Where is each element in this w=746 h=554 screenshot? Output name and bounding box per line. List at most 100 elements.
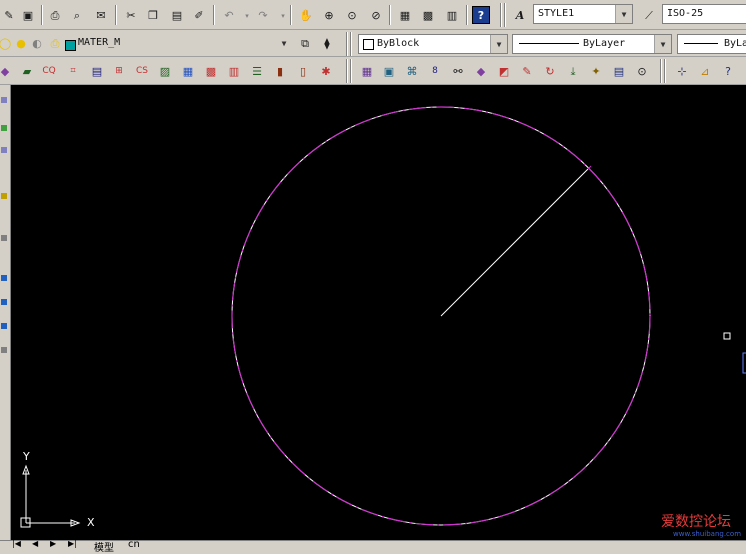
separator xyxy=(213,5,215,25)
linetype-select[interactable]: ByLayer ▼ xyxy=(512,34,672,54)
chevron-down-icon[interactable]: ▼ xyxy=(490,35,507,53)
next-tab-icon[interactable]: ▶ xyxy=(50,539,56,548)
dim-style-select[interactable]: ISO-25 xyxy=(662,4,746,24)
draw-arc-icon[interactable] xyxy=(1,193,7,199)
title-block-icon[interactable]: ⊞ xyxy=(110,62,128,80)
image-icon[interactable]: ▨ xyxy=(156,62,174,80)
ortho-icon[interactable]: ⊿ xyxy=(696,62,714,80)
folder-icon[interactable]: ▰ xyxy=(18,62,36,80)
link-icon[interactable]: ⚯ xyxy=(449,62,467,80)
cut-icon[interactable]: ✂ xyxy=(122,6,140,24)
lineweight-preview xyxy=(684,43,718,44)
text-style-select[interactable]: STYLE1 ▼ xyxy=(533,4,633,24)
first-tab-icon[interactable]: |◀ xyxy=(12,539,21,548)
left-tool-strip xyxy=(0,85,11,540)
draw-ellipse-icon[interactable] xyxy=(1,299,7,305)
explode-icon[interactable]: ✱ xyxy=(317,62,335,80)
make-block-icon[interactable] xyxy=(1,347,7,353)
eraser-icon[interactable]: ◆ xyxy=(0,62,14,80)
last-tab-icon[interactable]: ▶| xyxy=(68,539,77,548)
draw-polygon-icon[interactable] xyxy=(1,147,7,153)
properties-icon[interactable]: ▦ xyxy=(396,6,414,24)
paste-icon[interactable]: ▤ xyxy=(168,6,186,24)
standard-toolbar: ✎ ▣ ⎙ ⌕ ✉ ✂ ❐ ▤ ✐ ↶ ▾ ↷ ▾ ✋ ⊕ ⊙ ⊘ ▦ ▩ ▥ … xyxy=(0,0,746,30)
insert-icon[interactable]: ⤓ xyxy=(564,62,582,80)
draw-spline-icon[interactable] xyxy=(1,275,7,281)
draw-polyline-icon[interactable] xyxy=(1,125,7,131)
color-select[interactable]: ByBlock ▼ xyxy=(358,34,508,54)
lineweight-select[interactable]: ByLa xyxy=(677,34,746,54)
copy-icon[interactable]: ❐ xyxy=(144,6,162,24)
dimension-icon[interactable]: ⌗ xyxy=(64,62,82,80)
target-icon[interactable]: ⊙ xyxy=(633,62,651,80)
tab-layout[interactable]: cn xyxy=(128,539,140,550)
ucs-y-label: Y xyxy=(23,450,30,463)
snap-icon[interactable]: ⊹ xyxy=(673,62,691,80)
separator xyxy=(41,5,43,25)
lock-icon[interactable]: ▮ xyxy=(271,62,289,80)
zoom-realtime-icon[interactable]: ⊕ xyxy=(320,6,338,24)
lineweight-value: ByLa xyxy=(724,38,746,49)
chevron-down-icon[interactable]: ▼ xyxy=(276,34,292,52)
separator xyxy=(350,32,352,56)
linetype-value: ByLayer xyxy=(583,38,626,49)
hatch-icon[interactable]: ▦ xyxy=(358,62,376,80)
zoom-window-icon[interactable]: ⊙ xyxy=(343,6,361,24)
save-icon[interactable]: ▣ xyxy=(19,6,37,24)
draw-line-icon[interactable] xyxy=(1,97,7,103)
layers-toolbar: ◯ ● ◐ ⎙ MATER_M ▼ ⧉ ⧫ ByBlock ▼ ByLayer … xyxy=(0,30,746,57)
separator xyxy=(500,3,502,27)
chevron-down-icon[interactable]: ▼ xyxy=(654,35,671,53)
layer-previous-icon[interactable]: ⧫ xyxy=(318,34,336,52)
tab-model[interactable]: 模型 xyxy=(94,539,114,554)
block-icon[interactable]: ▣ xyxy=(380,62,398,80)
color-swatch xyxy=(363,39,374,50)
separator xyxy=(290,5,292,25)
query-icon[interactable]: ? xyxy=(719,62,737,80)
layer-select[interactable]: MATER_M ▼ xyxy=(62,34,292,54)
publish-icon[interactable]: ✉ xyxy=(92,6,110,24)
table-icon[interactable]: ▦ xyxy=(179,62,197,80)
layer-manager-icon[interactable]: ⧉ xyxy=(296,34,314,52)
radius-line[interactable] xyxy=(440,168,589,317)
tool-palettes-icon[interactable]: ▥ xyxy=(443,6,461,24)
print-icon[interactable]: ⎙ xyxy=(46,6,64,24)
layers-stack-icon[interactable]: ☰ xyxy=(248,62,266,80)
linetype-preview xyxy=(519,43,579,44)
fill-icon[interactable]: ◆ xyxy=(472,62,490,80)
insert-block-icon[interactable] xyxy=(1,323,7,329)
unlock-icon[interactable]: ▯ xyxy=(294,62,312,80)
text-style-icon: A xyxy=(515,8,525,22)
separator xyxy=(346,32,348,56)
separator xyxy=(504,3,506,27)
separator xyxy=(660,59,662,83)
rotate-icon[interactable]: ↻ xyxy=(541,62,559,80)
chevron-down-icon[interactable]: ▼ xyxy=(615,5,632,23)
design-center-icon[interactable]: ▩ xyxy=(419,6,437,24)
pan-icon[interactable]: ✋ xyxy=(297,6,315,24)
layer-lock-icon[interactable]: ◐ xyxy=(28,34,46,52)
draw-circle-icon[interactable] xyxy=(1,235,7,241)
palette-icon[interactable]: ▩ xyxy=(202,62,220,80)
cq-icon[interactable]: CQ xyxy=(40,62,58,80)
gradient-icon[interactable]: ◩ xyxy=(495,62,513,80)
prev-tab-icon[interactable]: ◀ xyxy=(32,539,38,548)
zoom-previous-icon[interactable]: ⊘ xyxy=(367,6,385,24)
undo-icon[interactable]: ↶ xyxy=(220,6,238,24)
open-icon[interactable]: ✎ xyxy=(0,6,18,24)
watermark-text: 爱数控论坛 xyxy=(661,514,731,530)
drawing-canvas[interactable]: Y X 爱数控论坛 www.shuibang.com xyxy=(11,85,746,540)
match-properties-icon[interactable]: ✐ xyxy=(190,6,208,24)
redo-icon[interactable]: ↷ xyxy=(254,6,272,24)
calculator-icon[interactable]: ▤ xyxy=(610,62,628,80)
number-icon[interactable]: 8 xyxy=(426,62,444,80)
help-icon[interactable]: ? xyxy=(472,6,490,24)
wrench-icon[interactable]: ✦ xyxy=(587,62,605,80)
edit-icon[interactable]: ✎ xyxy=(518,62,536,80)
list-icon[interactable]: ▤ xyxy=(88,62,106,80)
print-preview-icon[interactable]: ⌕ xyxy=(68,6,86,24)
cos-icon[interactable]: CS xyxy=(133,62,151,80)
grid-icon[interactable]: ▥ xyxy=(225,62,243,80)
color-value: ByBlock xyxy=(377,38,420,49)
attribute-icon[interactable]: ⌘ xyxy=(403,62,421,80)
